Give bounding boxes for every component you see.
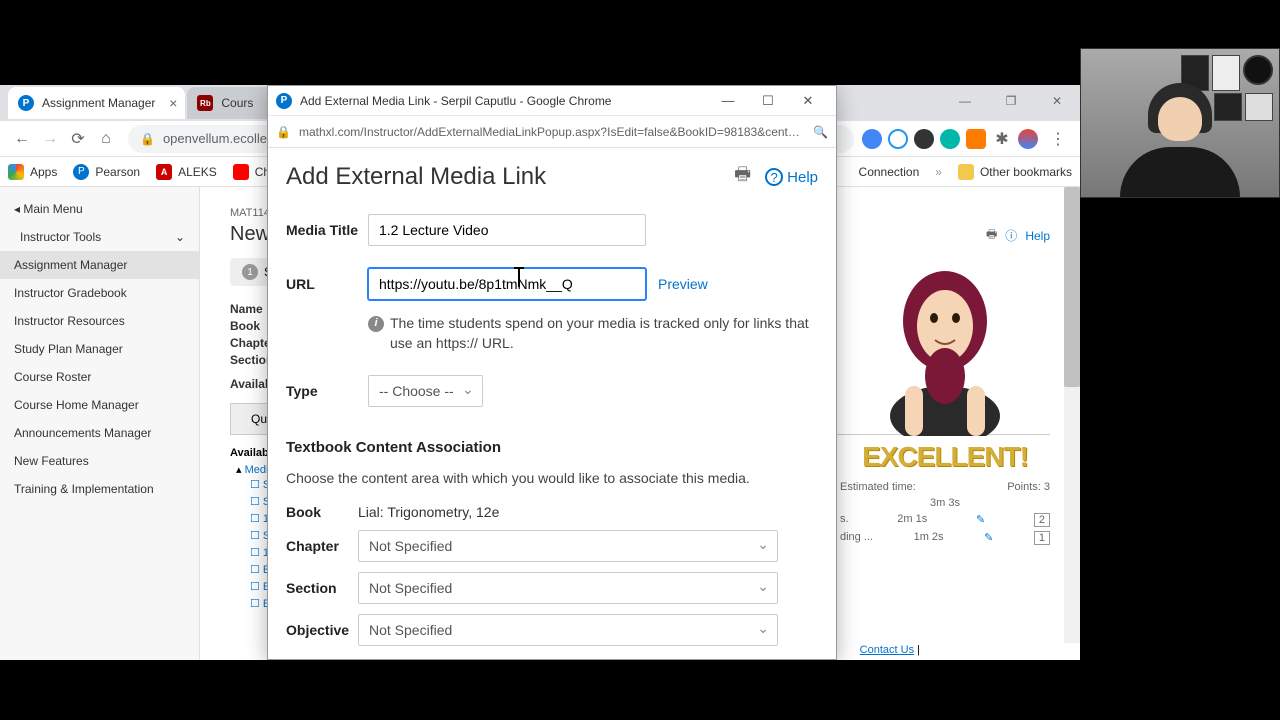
print-icon[interactable]: 🖶 — [986, 225, 997, 246]
objective-label: Objective — [286, 622, 358, 638]
ext-icon[interactable] — [966, 129, 986, 149]
popup-titlebar: P Add External Media Link - Serpil Caput… — [268, 86, 836, 116]
est-time-value: 3m 3s — [930, 497, 960, 509]
chapter-label: Chapter — [286, 538, 358, 554]
profile-icon[interactable] — [1018, 129, 1038, 149]
zoom-icon[interactable]: 🔍 — [813, 125, 828, 139]
type-select[interactable]: -- Choose -- — [368, 375, 483, 407]
close-icon[interactable]: ✕ — [1034, 85, 1080, 117]
right-panel: 🖶 ⓘ Help EXCELLENT! Es — [840, 225, 1050, 547]
chevron-down-icon: ⌄ — [175, 230, 185, 244]
sidebar: ◂ Main Menu Instructor Tools⌄ Assignment… — [0, 187, 200, 660]
excellent-text: EXCELLENT! — [840, 441, 1050, 473]
connection-bookmark[interactable]: Connection — [859, 165, 920, 179]
sidebar-instructor-tools[interactable]: Instructor Tools⌄ — [0, 223, 199, 251]
chapter-select[interactable]: Not Specified — [358, 530, 778, 562]
association-note: Choose the content area with which you w… — [286, 470, 818, 486]
ext-icon[interactable] — [862, 129, 882, 149]
book-value: Lial: Trigonometry, 12e — [358, 504, 499, 520]
minimize-icon[interactable]: — — [942, 85, 988, 117]
sidebar-new-features[interactable]: New Features — [0, 447, 199, 475]
ext-icon[interactable] — [940, 129, 960, 149]
pearson-bookmark[interactable]: PPearson — [73, 164, 140, 180]
popup-heading: Add External Media Link — [286, 163, 546, 191]
close-icon[interactable]: × — [169, 95, 177, 111]
lock-icon: 🔒 — [140, 132, 155, 146]
webcam-overlay — [1080, 48, 1280, 198]
type-label: Type — [286, 383, 368, 399]
scrollbar[interactable] — [1064, 187, 1080, 643]
contact-link[interactable]: Contact Us — [860, 644, 914, 656]
info-icon: i — [368, 316, 384, 332]
section-select[interactable]: Not Specified — [358, 572, 778, 604]
popup-url-text: mathxl.com/Instructor/AddExternalMediaLi… — [299, 125, 805, 139]
sidebar-roster[interactable]: Course Roster — [0, 363, 199, 391]
sidebar-resources[interactable]: Instructor Resources — [0, 307, 199, 335]
sidebar-main-menu[interactable]: ◂ Main Menu — [0, 195, 199, 223]
book-label: Book — [286, 504, 358, 520]
other-bookmarks[interactable]: Other bookmarks — [958, 164, 1072, 180]
url-note: i The time students spend on your media … — [368, 314, 818, 353]
forward-icon[interactable]: → — [36, 130, 64, 148]
ext-icon[interactable] — [914, 129, 934, 149]
sidebar-gradebook[interactable]: Instructor Gradebook — [0, 279, 199, 307]
sidebar-training[interactable]: Training & Implementation — [0, 475, 199, 503]
popup-window: P Add External Media Link - Serpil Caput… — [267, 85, 837, 660]
objective-select[interactable]: Not Specified — [358, 614, 778, 646]
avail-item[interactable]: Medi — [245, 464, 269, 476]
maximize-icon[interactable]: ☐ — [748, 93, 788, 109]
help-icon[interactable]: ⓘ — [1005, 227, 1017, 244]
sidebar-assignment-manager[interactable]: Assignment Manager — [0, 251, 199, 279]
popup-address-bar[interactable]: 🔒 mathxl.com/Instructor/AddExternalMedia… — [268, 116, 836, 148]
window-controls: — ❐ ✕ — [942, 85, 1080, 117]
media-title-label: Media Title — [286, 222, 368, 238]
sidebar-announcements[interactable]: Announcements Manager — [0, 419, 199, 447]
minimize-icon[interactable]: — — [708, 93, 748, 109]
sidebar-study-plan[interactable]: Study Plan Manager — [0, 335, 199, 363]
question-row: s.2m 1s✎2 — [840, 511, 1050, 529]
lock-icon: 🔒 — [276, 125, 291, 139]
tab-label: Assignment Manager — [42, 96, 155, 110]
pearson-icon: P — [276, 93, 292, 109]
section-label: Section — [286, 580, 358, 596]
extensions-icon[interactable]: ✱ — [992, 129, 1012, 149]
points-label: Points: 3 — [1007, 481, 1050, 493]
maximize-icon[interactable]: ❐ — [988, 85, 1034, 117]
sidebar-course-home[interactable]: Course Home Manager — [0, 391, 199, 419]
apps-bookmark[interactable]: Apps — [8, 164, 57, 180]
pearson-favicon: P — [18, 95, 34, 111]
tab-label: Cours — [221, 96, 253, 110]
est-time-label: Estimated time: — [840, 481, 916, 493]
url-input[interactable] — [368, 268, 646, 300]
preview-link[interactable]: Preview — [658, 276, 708, 292]
footer: Contact Us | — [860, 644, 920, 656]
association-heading: Textbook Content Association — [286, 439, 818, 456]
media-title-input[interactable] — [368, 214, 646, 246]
extension-icons: ✱ ⋮ — [862, 129, 1072, 149]
avatar-image: EXCELLENT! — [840, 266, 1050, 473]
help-link[interactable]: Help — [1025, 229, 1050, 243]
aleks-bookmark[interactable]: AALEKS — [156, 164, 217, 180]
favicon: Rb — [197, 95, 213, 111]
url-label: URL — [286, 276, 368, 292]
question-row: ding ...1m 2s✎1 — [840, 529, 1050, 547]
back-icon[interactable]: ← — [8, 130, 36, 148]
tab-assignment-manager[interactable]: P Assignment Manager × — [8, 87, 185, 119]
menu-icon[interactable]: ⋮ — [1044, 129, 1072, 149]
ext-icon[interactable] — [888, 129, 908, 149]
reload-icon[interactable]: ⟳ — [64, 129, 92, 149]
popup-window-title: Add External Media Link - Serpil Caputlu… — [300, 94, 611, 108]
print-icon[interactable]: 🖶 — [734, 162, 751, 192]
home-icon[interactable]: ⌂ — [92, 130, 120, 148]
close-icon[interactable]: ✕ — [788, 93, 828, 109]
help-link[interactable]: ?Help — [765, 168, 818, 186]
